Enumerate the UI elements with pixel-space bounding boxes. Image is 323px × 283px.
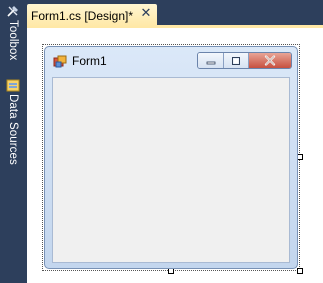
- close-icon[interactable]: ✕: [139, 7, 153, 21]
- minimize-button[interactable]: [198, 53, 224, 68]
- caption-buttons: [197, 52, 292, 69]
- document-tab-strip: Form1.cs [Design]* ✕: [27, 0, 323, 28]
- minimize-icon: [206, 61, 215, 64]
- form-title: Form1: [72, 54, 107, 68]
- designer-surface[interactable]: Form1: [27, 28, 323, 283]
- side-tool-strip: Toolbox Data Sources: [0, 0, 27, 283]
- form-window[interactable]: Form1: [44, 46, 298, 269]
- close-button[interactable]: [249, 53, 291, 68]
- tab-title: Form1.cs [Design]*: [31, 8, 134, 23]
- maximize-button[interactable]: [224, 53, 249, 68]
- data-sources-icon: [6, 79, 20, 92]
- toolbox-icon: [7, 6, 18, 17]
- form-title-bar[interactable]: Form1: [45, 47, 297, 75]
- sidebar-tab-toolbox-label: Toolbox: [7, 20, 19, 61]
- tab-form1-design[interactable]: Form1.cs [Design]* ✕: [27, 4, 157, 27]
- sidebar-tab-data-sources[interactable]: Data Sources: [2, 78, 24, 168]
- sidebar-tab-toolbox[interactable]: Toolbox: [2, 4, 24, 72]
- form-client-area[interactable]: [52, 77, 290, 263]
- close-icon: [264, 55, 276, 66]
- sidebar-tab-data-sources-label: Data Sources: [7, 94, 19, 165]
- form-icon: [53, 55, 67, 68]
- resize-handle-bottom-right[interactable]: [297, 268, 303, 274]
- maximize-icon: [232, 56, 240, 65]
